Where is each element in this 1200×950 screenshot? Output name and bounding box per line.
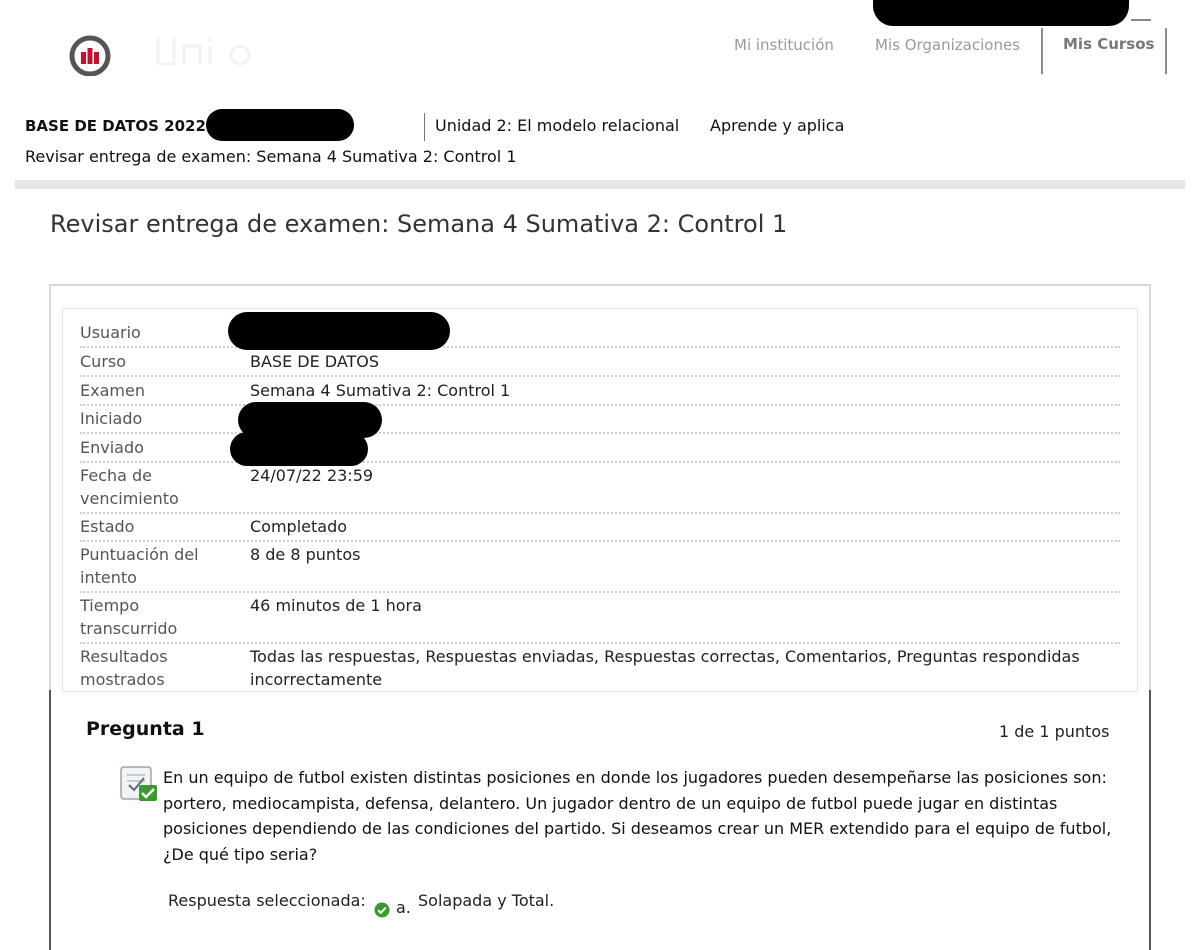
selected-answer-label: Respuesta seleccionada: — [168, 891, 366, 910]
selected-answer-text: Solapada y Total. — [418, 891, 555, 910]
breadcrumb-divider — [424, 113, 425, 141]
detail-row-puntuacion: Puntuación del intento 8 de 8 puntos — [80, 543, 1120, 593]
question-text: En un equipo de futbol existen distintas… — [163, 768, 1112, 864]
detail-value: Semana 4 Sumativa 2: Control 1 — [250, 381, 511, 400]
correct-question-icon — [120, 766, 157, 801]
detail-row-vencimiento: Fecha de vencimiento 24/07/22 23:59 — [80, 464, 1120, 514]
detail-label: Usuario — [80, 323, 141, 342]
redacted-usuario — [228, 312, 450, 350]
question-points: 1 de 1 puntos — [999, 722, 1110, 741]
detail-value: 8 de 8 puntos — [250, 545, 361, 564]
detail-row-tiempo: Tiempo transcurrido 46 minutos de 1 hora — [80, 594, 1120, 644]
detail-label: Estado — [80, 517, 135, 536]
nav-mis-cursos[interactable]: Mis Cursos — [1041, 28, 1167, 74]
detail-row-iniciado: Iniciado — [80, 407, 1120, 434]
detail-value: 46 minutos de 1 hora — [250, 596, 422, 615]
breadcrumb: BASE DE DATOS 20221 Unidad 2: El modelo … — [0, 95, 1200, 185]
institution-logo[interactable] — [66, 34, 114, 76]
detail-label: Tiempo transcurrido — [80, 596, 178, 638]
header-divider — [15, 180, 1185, 189]
breadcrumb-unit[interactable]: Unidad 2: El modelo relacional — [435, 116, 679, 135]
breadcrumb-current: Revisar entrega de examen: Semana 4 Suma… — [25, 147, 517, 166]
menu-indicator — [1131, 19, 1151, 21]
redacted-course-code — [206, 109, 354, 141]
detail-row-examen: Examen Semana 4 Sumativa 2: Control 1 — [80, 379, 1120, 406]
breadcrumb-course[interactable]: BASE DE DATOS 20221 — [25, 117, 216, 135]
top-bar: Mi institución Mis Organizaciones Mis Cu… — [0, 0, 1200, 95]
detail-label: Iniciado — [80, 409, 143, 428]
detail-value: BASE DE DATOS — [250, 352, 380, 371]
redacted-user-name — [873, 0, 1129, 26]
detail-label: Puntuación del intento — [80, 545, 199, 587]
detail-row-resultados: Resultados mostrados Todas las respuesta… — [80, 645, 1120, 691]
nav-mi-institucion[interactable]: Mi institución — [734, 36, 834, 54]
detail-row-estado: Estado Completado — [80, 515, 1120, 542]
redacted-enviado — [230, 432, 368, 466]
detail-label: Fecha de vencimiento — [80, 466, 179, 508]
detail-value: Todas las respuestas, Respuestas enviada… — [250, 647, 1080, 689]
question-title: Pregunta 1 — [86, 718, 205, 740]
correct-check-icon — [374, 902, 390, 918]
nav-mis-organizaciones[interactable]: Mis Organizaciones — [875, 36, 1020, 54]
detail-value: Completado — [250, 517, 348, 536]
detail-label: Resultados mostrados — [80, 647, 168, 689]
selected-answer-letter: a. — [396, 898, 411, 917]
detail-label: Curso — [80, 352, 127, 371]
detail-row-curso: Curso BASE DE DATOS — [80, 350, 1120, 377]
detail-label: Examen — [80, 381, 145, 400]
detail-value: 24/07/22 23:59 — [250, 466, 374, 485]
breadcrumb-section[interactable]: Aprende y aplica — [710, 116, 844, 135]
detail-label: Enviado — [80, 438, 144, 457]
page-title: Revisar entrega de examen: Semana 4 Suma… — [50, 210, 788, 238]
institution-wordmark — [156, 38, 251, 66]
